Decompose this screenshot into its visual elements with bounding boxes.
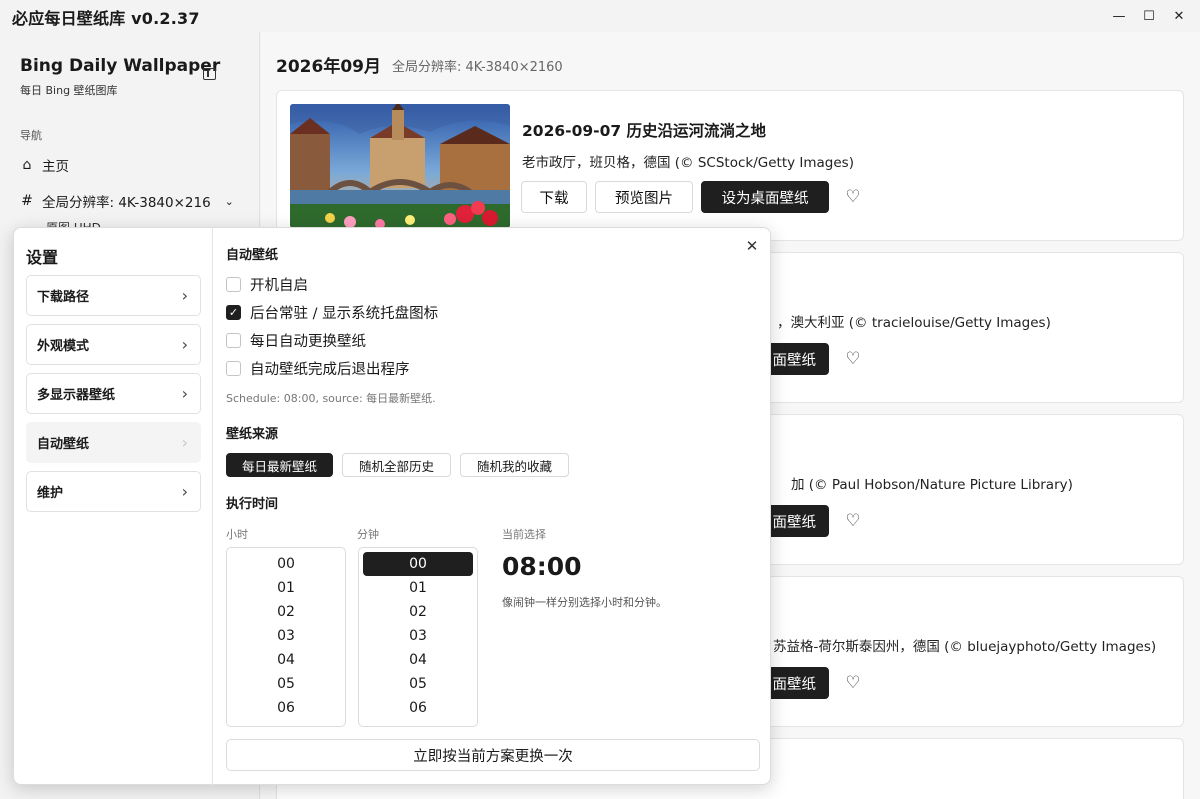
checkbox[interactable] [226,361,241,376]
hour-label: 小时 [226,528,248,541]
preview-button[interactable]: 预览图片 [595,181,693,213]
close-window-button[interactable]: ✕ [1166,4,1192,28]
minimize-button[interactable]: — [1106,4,1132,28]
schedule-hint: Schedule: 08:00, source: 每日最新壁纸. [226,392,436,405]
checkbox[interactable] [226,333,241,348]
auto-wallpaper-panel: 自动壁纸 开机自启 ✓ 后台常驻 / 显示系统托盘图标 每日自动更换壁纸 自动壁… [226,228,772,786]
sidebar-item-label: 主页 [42,159,69,175]
sidebar-item-resolution[interactable]: # 全局分辨率: 4K-3840×216 ⌄ [20,191,234,211]
nav-heading: 导航 [20,129,42,142]
option-label: 开机自启 [250,278,308,294]
heart-icon[interactable]: ♡ [843,673,863,693]
settings-item-label: 多显示器壁纸 [37,388,116,403]
minute-option[interactable]: 04 [363,648,473,672]
settings-dialog: 设置 下载路径 › 外观模式 › 多显示器壁纸 › 自动壁纸 › 维护 › ✕ … [13,227,772,786]
hour-option[interactable]: 05 [231,672,341,696]
apply-now-button[interactable]: 立即按当前方案更换一次 [226,739,760,771]
settings-title: 设置 [26,248,59,267]
hour-option[interactable]: 00 [231,552,341,576]
month-title: 2026年09月 [276,57,381,77]
chevron-right-icon: › [181,286,188,305]
settings-item-label: 外观模式 [37,339,90,354]
option-daily-change[interactable]: 每日自动更换壁纸 [226,330,366,351]
chevron-right-icon: › [181,433,188,452]
card-description: 老市政厅，班贝格，德国 (© SCStock/Getty Images) [522,155,854,171]
hour-option[interactable]: 03 [231,624,341,648]
set-wallpaper-button[interactable]: 设为桌面壁纸 [701,181,829,213]
brand-title: Bing Daily Wallpaper [20,56,221,76]
hour-picker[interactable]: 00 01 02 03 04 05 06 [226,547,346,727]
card-description: ，澳大利亚 (© tracielouise/Getty Images) [777,315,1051,331]
source-option-latest[interactable]: 每日最新壁纸 [226,453,333,477]
settings-item-label: 自动壁纸 [37,437,90,452]
card-description: 苏益格-荷尔斯泰因州，德国 (© bluejayphoto/Getty Imag… [773,639,1157,655]
minute-option[interactable]: 05 [363,672,473,696]
hour-option[interactable]: 04 [231,648,341,672]
chevron-right-icon: › [181,384,188,403]
source-option-random-favorites[interactable]: 随机我的收藏 [460,453,569,477]
title-bar: 必应每日壁纸库 v0.2.37 — ☐ ✕ [0,0,1200,32]
global-resolution-text: 全局分辨率: 4K-3840×2160 [392,60,563,75]
heart-icon[interactable]: ♡ [843,511,863,531]
card-title: 2026-09-07 历史沿运河流淌之地 [522,122,767,140]
minute-option-selected[interactable]: 00 [363,552,473,576]
chevron-right-icon: › [181,335,188,354]
option-tray[interactable]: ✓ 后台常驻 / 显示系统托盘图标 [226,302,438,323]
section-title-auto: 自动壁纸 [226,248,279,263]
minute-option[interactable]: 03 [363,624,473,648]
option-autostart[interactable]: 开机自启 [226,274,308,295]
card-description: 加 (© Paul Hobson/Nature Picture Library) [791,477,1073,493]
home-icon: ⌂ [22,157,32,173]
hour-option[interactable]: 01 [231,576,341,600]
section-title-source: 壁纸来源 [226,427,279,442]
maximize-button[interactable]: ☐ [1136,4,1162,28]
settings-item-label: 下载路径 [37,290,90,305]
current-selection-label: 当前选择 [502,528,546,541]
wallpaper-thumbnail[interactable] [290,104,510,228]
settings-item-label: 维护 [37,486,64,501]
chevron-right-icon: › [181,482,188,501]
option-label: 后台常驻 / 显示系统托盘图标 [250,306,439,322]
sidebar-item-label: 全局分辨率: 4K-3840×216 [42,195,211,211]
hour-option[interactable]: 02 [231,600,341,624]
current-time-value: 08:00 [502,552,582,581]
minute-label: 分钟 [357,528,379,541]
current-time-hint: 像闹钟一样分别选择小时和分钟。 [502,596,667,609]
brand-subtitle: 每日 Bing 壁纸图库 [20,84,118,97]
settings-item-download-path[interactable]: 下载路径 › [26,275,201,316]
source-option-random-history[interactable]: 随机全部历史 [342,453,451,477]
download-button[interactable]: 下载 [521,181,587,213]
checkbox[interactable] [226,277,241,292]
settings-item-maintenance[interactable]: 维护 › [26,471,201,512]
hour-option[interactable]: 06 [231,696,341,720]
minute-option[interactable]: 02 [363,600,473,624]
heart-icon[interactable]: ♡ [843,349,863,369]
wallpaper-card: 2026-09-07 历史沿运河流淌之地 老市政厅，班贝格，德国 (© SCSt… [276,90,1184,241]
app-title: 必应每日壁纸库 v0.2.37 [12,9,200,28]
option-exit-after[interactable]: 自动壁纸完成后退出程序 [226,358,410,379]
chevron-down-icon: ⌄ [224,194,234,208]
checkbox-checked[interactable]: ✓ [226,305,241,320]
minute-option[interactable]: 01 [363,576,473,600]
heart-icon[interactable]: ♡ [843,187,863,207]
settings-item-auto-wallpaper[interactable]: 自动壁纸 › [26,422,201,463]
sidebar-collapse-icon[interactable] [203,68,216,80]
section-title-time: 执行时间 [226,497,279,512]
option-label: 自动壁纸完成后退出程序 [250,362,410,378]
settings-item-appearance[interactable]: 外观模式 › [26,324,201,365]
option-label: 每日自动更换壁纸 [250,334,366,350]
minute-picker[interactable]: 00 01 02 03 04 05 06 [358,547,478,727]
settings-menu: 设置 下载路径 › 外观模式 › 多显示器壁纸 › 自动壁纸 › 维护 › [14,228,213,786]
hash-icon: # [21,193,33,209]
minute-option[interactable]: 06 [363,696,473,720]
sidebar-item-home[interactable]: ⌂ 主页 [20,155,69,175]
settings-item-multi-monitor[interactable]: 多显示器壁纸 › [26,373,201,414]
